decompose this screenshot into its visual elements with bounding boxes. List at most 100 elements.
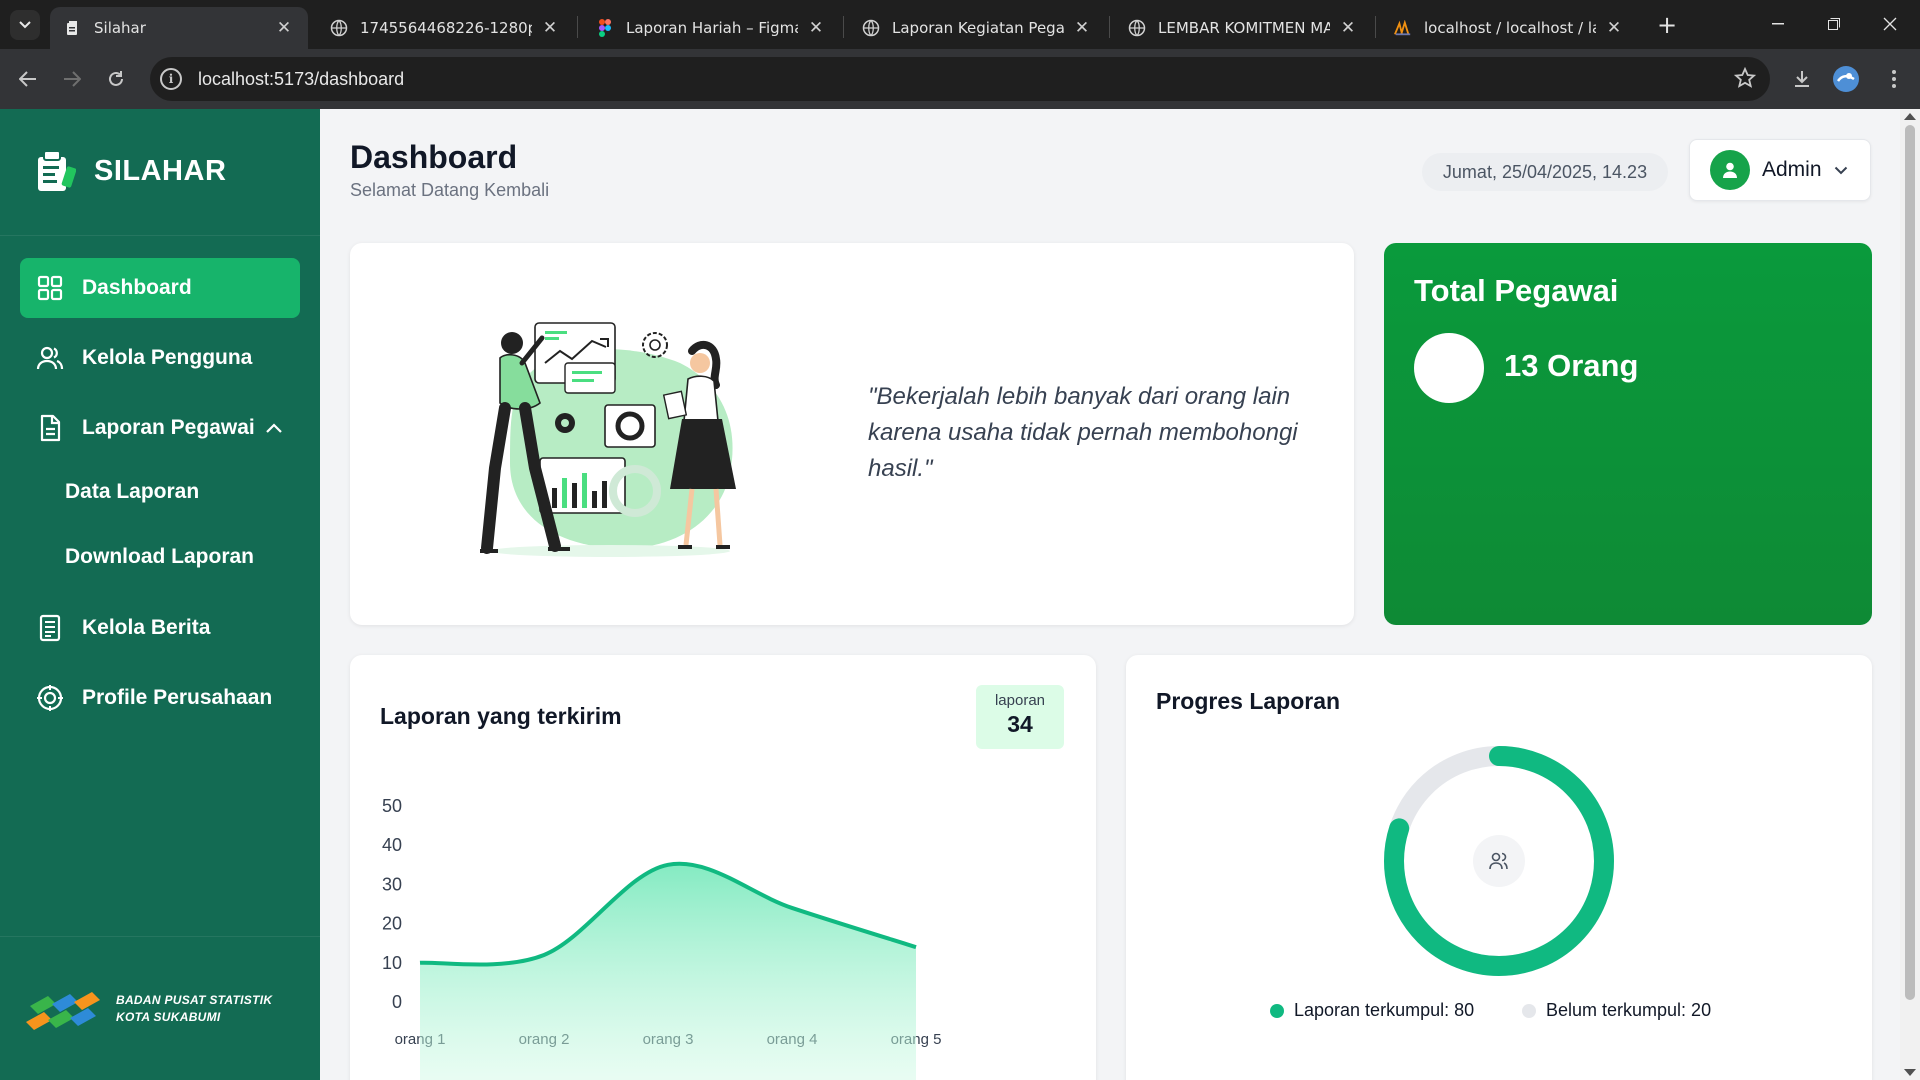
url-text: localhost:5173/dashboard <box>198 68 405 89</box>
sent-reports-badge: laporan 34 <box>976 685 1064 749</box>
bps-logo-icon <box>26 992 100 1030</box>
globe-icon <box>862 19 880 37</box>
y-axis: 0 10 20 30 40 50 <box>382 796 402 1012</box>
legend-collected: Laporan terkumpul: 80 <box>1270 1000 1474 1021</box>
chevron-down-icon <box>1834 166 1847 174</box>
reload-button[interactable] <box>100 63 132 95</box>
grid-icon <box>37 275 63 301</box>
close-icon[interactable]: ✕ <box>1072 18 1092 38</box>
close-icon <box>1883 17 1897 31</box>
report-logo-icon <box>38 150 76 191</box>
user-menu-button[interactable]: Admin <box>1689 139 1871 201</box>
donut-center <box>1473 835 1525 887</box>
tab-separator <box>577 16 578 38</box>
y-tick-label: 40 <box>382 835 402 855</box>
restore-button[interactable] <box>1814 8 1854 40</box>
back-button[interactable] <box>12 63 44 95</box>
tab-search-button[interactable] <box>10 10 40 40</box>
tab-title: Laporan Kegiatan Pegawai <box>892 19 1064 37</box>
arrow-right-icon <box>64 71 81 87</box>
sent-reports-area-chart: 01020304050 orang 1orang 2orang 3orang 4… <box>382 796 941 1080</box>
close-icon[interactable]: ✕ <box>1604 18 1624 38</box>
tab-separator <box>1375 16 1376 38</box>
figma-icon <box>596 19 614 37</box>
user-icon <box>1723 162 1737 178</box>
y-tick-label: 50 <box>382 796 402 816</box>
document-icon <box>40 414 61 442</box>
minimize-icon <box>1772 23 1784 25</box>
minimize-button[interactable] <box>1758 8 1798 40</box>
browser-tab[interactable]: Silahar ✕ <box>50 7 308 49</box>
window-close-button[interactable] <box>1870 8 1910 40</box>
legend-collected-dot <box>1270 1003 1284 1018</box>
page-title: Dashboard <box>350 139 518 175</box>
area-series-fill <box>420 863 916 1080</box>
close-icon[interactable]: ✕ <box>806 18 826 38</box>
site-info-icon[interactable]: i <box>160 68 182 90</box>
main-content: Dashboard Selamat Datang Kembali Jumat, … <box>320 109 1900 1080</box>
new-tab-button[interactable]: + <box>1652 10 1682 40</box>
browser-tabstrip: Silahar ✕ 1745564468226-1280px-Te ✕ Lapo… <box>0 0 1920 49</box>
sidebar-item-label: Kelola Pengguna <box>82 346 253 369</box>
browser-tab[interactable]: Laporan Kegiatan Pegawai ✕ <box>848 7 1106 49</box>
sidebar-subitem-data-laporan[interactable]: Data Laporan <box>65 480 199 504</box>
profile-button[interactable] <box>1830 63 1862 95</box>
tab-title: localhost / localhost / lapo <box>1424 19 1596 37</box>
profile-avatar-icon <box>1833 66 1859 92</box>
progress-donut-chart <box>1384 746 1614 976</box>
tab-title: LEMBAR KOMITMEN MAH <box>1158 19 1330 37</box>
bookmark-star-icon[interactable] <box>1733 66 1757 93</box>
page-subtitle: Selamat Datang Kembali <box>350 180 550 200</box>
brand-name: SILAHAR <box>94 154 227 187</box>
bps-footer: BADAN PUSAT STATISTIK KOTA SUKABUMI <box>24 984 272 1034</box>
scroll-up-arrow-icon[interactable] <box>1904 113 1916 120</box>
sidebar-item-kelola-berita[interactable]: Kelola Berita <box>20 598 300 658</box>
sidebar-divider <box>0 936 320 937</box>
forward-button[interactable] <box>56 63 88 95</box>
close-icon[interactable]: ✕ <box>540 18 560 38</box>
globe-icon <box>1128 19 1146 37</box>
sidebar-item-laporan-pegawai[interactable]: Laporan Pegawai <box>20 398 300 458</box>
user-name: Admin <box>1762 158 1822 181</box>
sent-reports-title: Laporan yang terkirim <box>380 703 622 729</box>
close-icon[interactable]: ✕ <box>274 18 294 38</box>
silahar-favicon-icon <box>64 19 82 37</box>
scroll-thumb[interactable] <box>1905 125 1915 1000</box>
brand[interactable]: SILAHAR <box>36 149 226 193</box>
chevron-up-icon <box>265 423 282 433</box>
sidebar-item-label: Kelola Berita <box>82 616 211 639</box>
reload-icon <box>109 71 123 86</box>
total-employees-title: Total Pegawai <box>1414 273 1619 308</box>
bps-name-line2: KOTA SUKABUMI <box>116 1010 221 1024</box>
restore-icon <box>1828 18 1840 30</box>
total-employees-value: 13 Orang <box>1504 348 1639 383</box>
sidebar-item-dashboard[interactable]: Dashboard <box>20 258 300 318</box>
globe-icon <box>330 19 348 37</box>
sent-reports-card: Laporan yang terkirim laporan 34 0 10 20 30… <box>350 655 1096 1080</box>
close-icon[interactable]: ✕ <box>1338 18 1358 38</box>
y-tick-label: 10 <box>382 953 402 973</box>
sidebar-item-label: Profile Perusahaan <box>82 686 273 709</box>
sidebar-item-kelola-pengguna[interactable]: Kelola Pengguna <box>20 328 300 388</box>
report-progress-card: Progres Laporan Laporan terkumpul: 80 Be… <box>1126 655 1872 1080</box>
scroll-down-arrow-icon[interactable] <box>1904 1069 1916 1076</box>
sent-reports-badge-value: 34 <box>1007 711 1033 737</box>
browser-menu-button[interactable] <box>1878 63 1910 95</box>
legend-collected-label: Laporan terkumpul: 80 <box>1294 1000 1475 1020</box>
bps-name-line1: BADAN PUSAT STATISTIK <box>116 993 273 1007</box>
browser-tab[interactable]: LEMBAR KOMITMEN MAH ✕ <box>1114 7 1372 49</box>
browser-tab[interactable]: localhost / localhost / lapo ✕ <box>1380 7 1638 49</box>
browser-tab[interactable]: 1745564468226-1280px-Te ✕ <box>316 7 574 49</box>
address-bar[interactable]: i localhost:5173/dashboard <box>150 57 1770 101</box>
browser-tab[interactable]: Laporan Hariah – Figma ✕ <box>582 7 840 49</box>
sidebar-subitem-download-laporan[interactable]: Download Laporan <box>65 545 254 569</box>
sent-reports-badge-label: laporan <box>994 692 1046 709</box>
sidebar-divider <box>0 235 320 236</box>
bps-name: BADAN PUSAT STATISTIK KOTA SUKABUMI <box>116 992 272 1026</box>
sidebar-item-profile-perusahaan[interactable]: Profile Perusahaan <box>20 668 300 728</box>
downloads-button[interactable] <box>1786 63 1818 95</box>
tab-title: Laporan Hariah – Figma <box>626 19 798 37</box>
page-scrollbar[interactable] <box>1900 109 1920 1080</box>
y-tick-label: 0 <box>392 992 402 1012</box>
hero-card: "Bekerjalah lebih banyak dari orang lain… <box>350 243 1354 625</box>
